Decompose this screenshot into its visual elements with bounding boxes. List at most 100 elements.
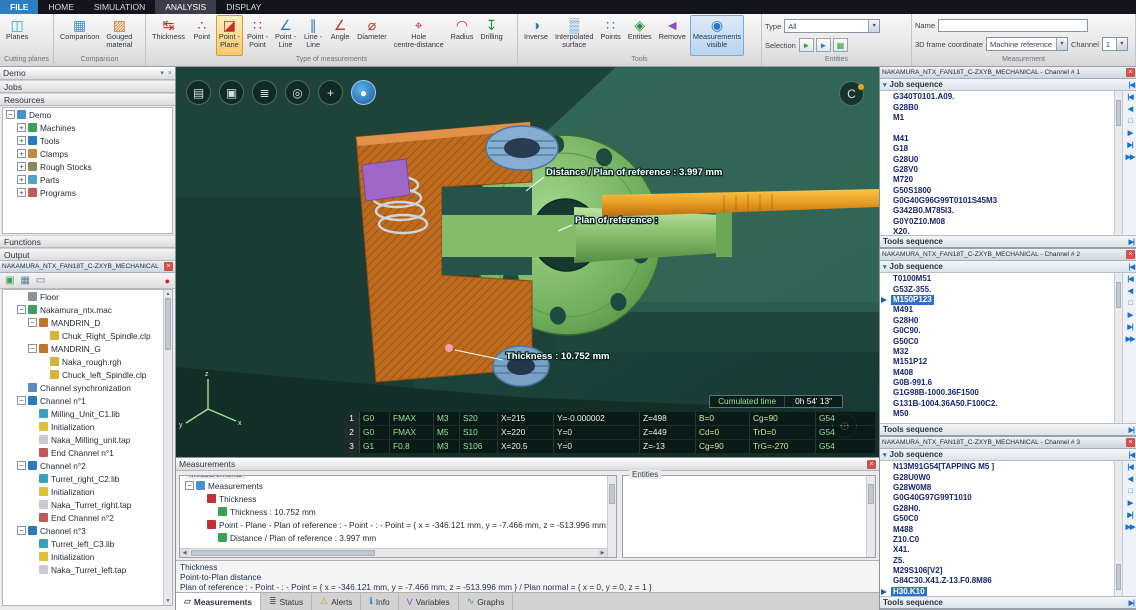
- tree-item[interactable]: Chuk_Right_Spindle.clp: [3, 329, 163, 342]
- tree-item[interactable]: Initialization: [3, 550, 163, 563]
- playback-button[interactable]: |◀: [1127, 276, 1132, 284]
- spinner-icon[interactable]: ▼: [1116, 38, 1127, 50]
- selection-pick-button[interactable]: ►: [816, 38, 831, 52]
- playback-button[interactable]: |◀: [1127, 464, 1132, 472]
- measurement-type-button[interactable]: ↹ Thickness: [149, 15, 188, 56]
- expander-icon[interactable]: +: [17, 123, 26, 132]
- step-forward-icon[interactable]: ▶|: [1129, 426, 1134, 434]
- toolbar-icon[interactable]: ▦: [20, 275, 29, 286]
- gcode-line[interactable]: M150P123: [891, 295, 1114, 305]
- gcode-line[interactable]: M41: [891, 134, 1114, 144]
- measurement-type-button[interactable]: ∷ Point - Point: [244, 15, 271, 56]
- tree-item[interactable]: + Parts: [3, 173, 172, 186]
- gcode-line[interactable]: Z5.: [891, 556, 1114, 566]
- functions-section-bar[interactable]: Functions: [0, 235, 175, 248]
- gcode-line[interactable]: M29S106[V2]: [891, 566, 1114, 576]
- selection-pick-button[interactable]: ►: [799, 38, 814, 52]
- playback-button[interactable]: ▶: [1128, 500, 1132, 508]
- tree-item[interactable]: Naka_Milling_unit.tap: [3, 433, 163, 446]
- expander-icon[interactable]: +: [17, 149, 26, 158]
- gcode-line[interactable]: G131B-1004.36A50.F100C2.: [891, 399, 1114, 409]
- step-forward-icon[interactable]: ▶|: [1129, 238, 1134, 246]
- measurement-tree-item[interactable]: Point - Plane - Plan of reference : - Po…: [182, 518, 606, 531]
- scrollbar[interactable]: [1114, 273, 1122, 423]
- gcode-line[interactable]: M151P12: [891, 357, 1114, 367]
- record-icon[interactable]: ●: [165, 276, 170, 286]
- job-sequence-bar[interactable]: ▾ Job sequence |◀: [880, 79, 1136, 91]
- measurement-type-button[interactable]: ◪ Point - Plane: [216, 15, 243, 56]
- job-sequence-bar[interactable]: ▾ Job sequence |◀: [880, 449, 1136, 461]
- expander-icon[interactable]: +: [17, 188, 26, 197]
- expander-icon[interactable]: +: [17, 162, 26, 171]
- tree-item[interactable]: Naka_rough.rgh: [3, 355, 163, 368]
- tree-item[interactable]: Chuck_left_Spindle.clp: [3, 368, 163, 381]
- tree-item[interactable]: + Programs: [3, 186, 172, 199]
- playback-button[interactable]: ▶|: [1127, 324, 1132, 332]
- gcode-line[interactable]: G50C0: [891, 514, 1114, 524]
- measurement-tree-item[interactable]: Thickness : 10.752 mm: [182, 505, 606, 518]
- viewport-tool-button[interactable]: ◎: [285, 80, 310, 105]
- playback-button[interactable]: |◀: [1127, 94, 1132, 102]
- playback-button[interactable]: ◀: [1128, 476, 1132, 484]
- c-axis-button[interactable]: C: [839, 81, 864, 106]
- expander-icon[interactable]: −: [28, 344, 37, 353]
- gcode-line[interactable]: G50S1800: [891, 186, 1114, 196]
- scrollbar-thumb[interactable]: [1116, 100, 1121, 126]
- playback-button[interactable]: ▶: [1128, 130, 1132, 138]
- scrollbar-thumb[interactable]: [165, 298, 171, 350]
- gcode-line[interactable]: M408: [891, 368, 1114, 378]
- playback-button[interactable]: ▶|: [1127, 512, 1132, 520]
- gcode-line[interactable]: N13M91G54[TAPPING M5 ]: [891, 462, 1114, 472]
- measurement-tree-item[interactable]: − Measurements: [182, 479, 606, 492]
- measurement-name-input[interactable]: [938, 19, 1088, 32]
- playback-button[interactable]: ▶▶: [1126, 524, 1135, 532]
- expander-icon[interactable]: −: [17, 526, 26, 535]
- tool-button[interactable]: ◉ Measurements visible: [690, 15, 744, 56]
- gcode-line[interactable]: G18: [891, 144, 1114, 154]
- close-icon[interactable]: ×: [867, 460, 876, 469]
- measurement-type-button[interactable]: ∠ Angle: [327, 15, 353, 56]
- bottom-tab[interactable]: V Variables: [399, 593, 459, 610]
- tools-sequence-bar[interactable]: Tools sequence ▶|: [880, 423, 1136, 435]
- tree-item[interactable]: + Clamps: [3, 147, 172, 160]
- gcode-line[interactable]: G28V0: [891, 165, 1114, 175]
- scrollbar[interactable]: ▲▼: [163, 290, 172, 605]
- expander-icon[interactable]: −: [17, 461, 26, 470]
- gcode-line[interactable]: M720: [891, 175, 1114, 185]
- tree-item[interactable]: End Channel n°1: [3, 446, 163, 459]
- gcode-line[interactable]: M491: [891, 305, 1114, 315]
- channel-select[interactable]: 1 ▼: [1102, 37, 1128, 51]
- expander-icon[interactable]: −: [17, 396, 26, 405]
- tree-item[interactable]: − Channel n°2: [3, 459, 163, 472]
- entity-type-select[interactable]: All ▼: [784, 19, 880, 33]
- toolbar-icon[interactable]: ▣: [5, 275, 14, 286]
- job-sequence-bar[interactable]: ▾ Job sequence |◀: [880, 261, 1136, 273]
- gcode-line[interactable]: G28B0: [891, 102, 1114, 112]
- measurement-tree-item[interactable]: Thickness: [182, 492, 606, 505]
- chevron-down-icon[interactable]: ▼: [1056, 38, 1067, 50]
- gcode-line[interactable]: G0B-991.6: [891, 378, 1114, 388]
- gcode-line[interactable]: M1: [891, 113, 1114, 123]
- gcode-line[interactable]: G0G40G96G99T0101S45M3: [891, 196, 1114, 206]
- measurement-type-button[interactable]: ∥ Line - Line: [300, 15, 326, 56]
- selection-pick-button[interactable]: ▦: [833, 38, 848, 52]
- tools-sequence-bar[interactable]: Tools sequence ▶|: [880, 596, 1136, 608]
- scrollbar-thumb[interactable]: [1116, 564, 1121, 590]
- tree-item[interactable]: + Machines: [3, 121, 172, 134]
- viewport-tool-button[interactable]: ▤: [186, 80, 211, 105]
- tool-button[interactable]: ◑ Inverse: [521, 15, 551, 56]
- viewport-tool-button[interactable]: +: [318, 80, 343, 105]
- tree-item[interactable]: − Demo: [3, 108, 172, 121]
- gcode-line[interactable]: G28H0: [891, 316, 1114, 326]
- tree-item[interactable]: Naka_Turret_left.tap: [3, 563, 163, 576]
- gcode-line[interactable]: Z10.C0: [891, 535, 1114, 545]
- gcode-line[interactable]: T0100M51: [891, 274, 1114, 284]
- gcode-line[interactable]: G84C30.X41.Z-13.F0.8M86: [891, 576, 1114, 586]
- skip-to-start-icon[interactable]: |◀: [1129, 451, 1134, 459]
- chevron-down-icon[interactable]: ▼: [868, 20, 879, 32]
- ribbon-button[interactable]: ▦ Comparison: [57, 15, 102, 56]
- expander-icon[interactable]: −: [6, 110, 15, 119]
- gcode-line[interactable]: [891, 123, 1114, 133]
- viewport-tool-button[interactable]: ▣: [219, 80, 244, 105]
- menu-tab[interactable]: SIMULATION: [84, 0, 155, 14]
